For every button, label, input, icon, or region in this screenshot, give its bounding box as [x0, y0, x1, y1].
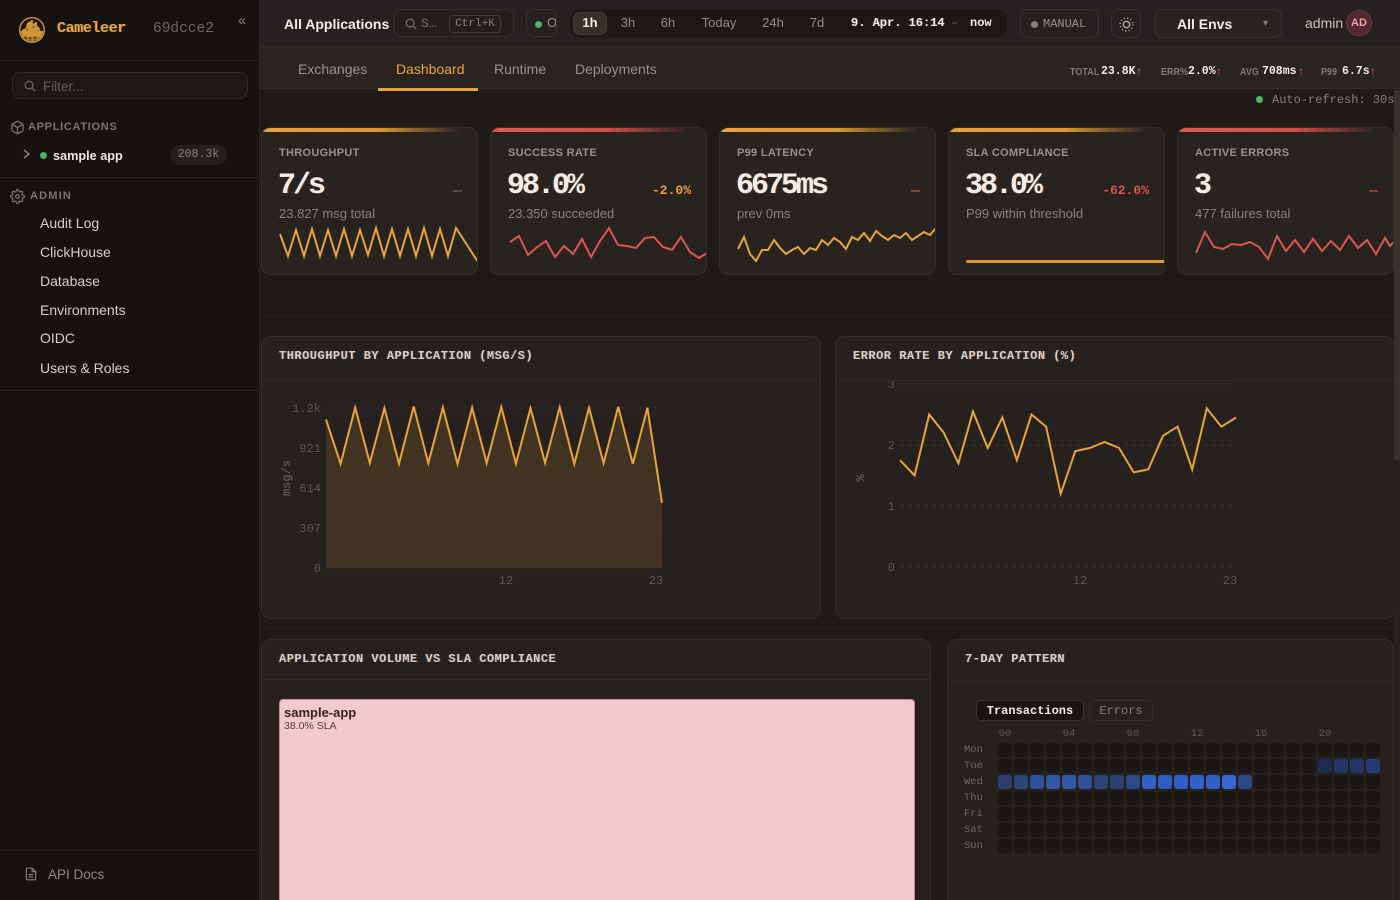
- svg-text:921: 921: [299, 442, 321, 456]
- svg-text:%: %: [854, 474, 868, 482]
- svg-text:2: 2: [888, 439, 895, 453]
- svg-text:1: 1: [888, 500, 895, 514]
- svg-text:0: 0: [314, 562, 321, 576]
- svg-text:3: 3: [888, 381, 895, 392]
- svg-text:1.2k: 1.2k: [292, 402, 321, 416]
- svg-text:23: 23: [1223, 574, 1237, 588]
- svg-text:msg/s: msg/s: [280, 460, 294, 496]
- svg-text:12: 12: [1073, 574, 1087, 588]
- svg-text:12: 12: [499, 574, 513, 588]
- svg-text:614: 614: [299, 482, 321, 496]
- svg-text:0: 0: [888, 561, 895, 575]
- svg-text:23: 23: [649, 574, 663, 588]
- svg-text:307: 307: [299, 522, 321, 536]
